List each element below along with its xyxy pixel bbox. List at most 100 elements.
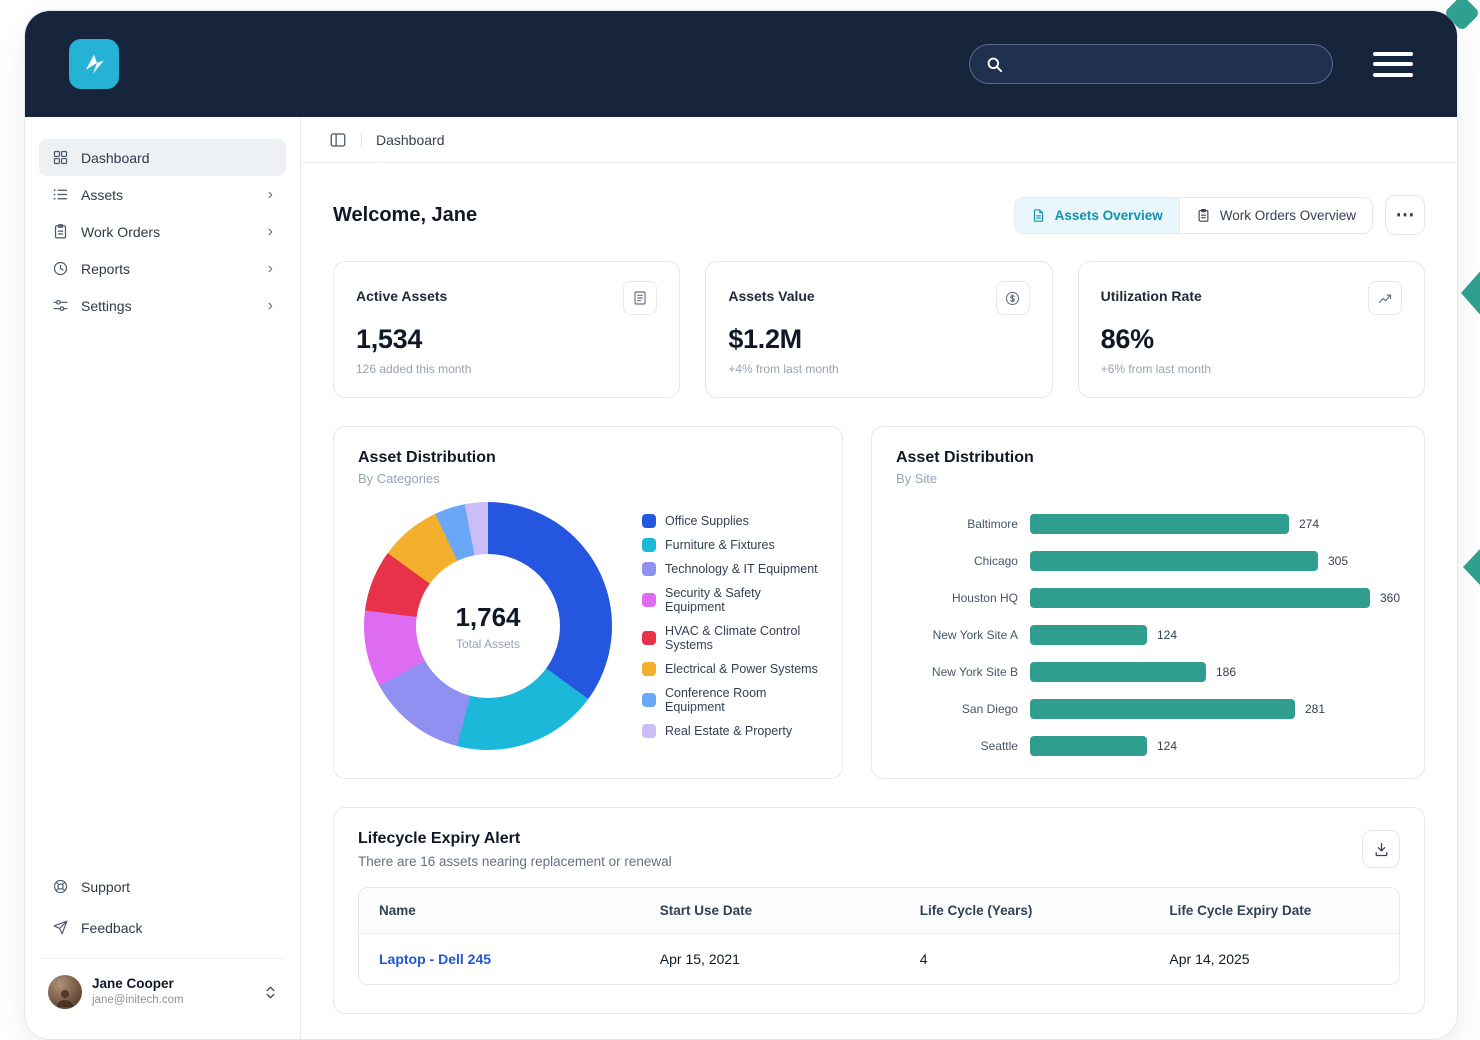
support-label: Support bbox=[81, 879, 130, 895]
stat-cards: Active Assets 1,534 126 added this month… bbox=[333, 261, 1425, 398]
chevron-up-down-icon bbox=[264, 984, 277, 1001]
bar[interactable] bbox=[1030, 662, 1206, 682]
sidebar-item-assets[interactable]: Assets › bbox=[39, 176, 286, 213]
main-area: Dashboard Welcome, Jane Assets Overview bbox=[301, 117, 1457, 1039]
document-icon bbox=[623, 281, 657, 315]
breadcrumb: Dashboard bbox=[301, 117, 1457, 163]
bar-label: Seattle bbox=[896, 739, 1018, 753]
bar-label: New York Site B bbox=[896, 665, 1018, 679]
legend-swatch bbox=[642, 562, 656, 576]
panel-left-toggle-icon[interactable] bbox=[329, 131, 347, 149]
donut-total-label: Total Assets bbox=[456, 637, 520, 651]
paper-plane-icon bbox=[52, 919, 69, 936]
download-button[interactable] bbox=[1362, 830, 1400, 868]
stat-title: Active Assets bbox=[356, 281, 447, 304]
legend-label: Technology & IT Equipment bbox=[665, 562, 818, 576]
bar-row: New York Site A124 bbox=[896, 625, 1400, 645]
global-search[interactable] bbox=[969, 44, 1333, 84]
sidebar-item-label: Settings bbox=[81, 298, 132, 314]
user-menu[interactable]: Jane Cooper jane@initech.com bbox=[39, 969, 286, 1023]
chart-subtitle: By Site bbox=[896, 471, 1400, 486]
stat-subtitle: 126 added this month bbox=[356, 362, 657, 376]
dashboard-content: Welcome, Jane Assets Overview bbox=[301, 163, 1457, 1040]
bar-row: Baltimore274 bbox=[896, 514, 1400, 534]
legend-item: Electrical & Power Systems bbox=[642, 662, 818, 676]
decorative-arrow bbox=[1463, 548, 1480, 586]
body-row: Dashboard Assets › Work Orders › bbox=[25, 117, 1457, 1039]
legend-item: Furniture & Fixtures bbox=[642, 538, 818, 552]
stat-title: Assets Value bbox=[728, 281, 814, 304]
lifecycle-table: Name Start Use Date Life Cycle (Years) L… bbox=[358, 887, 1400, 985]
decorative-arrow bbox=[1461, 268, 1480, 318]
legend-label: Security & Safety Equipment bbox=[665, 586, 818, 614]
sidebar-item-reports[interactable]: Reports › bbox=[39, 250, 286, 287]
stat-title: Utilization Rate bbox=[1101, 281, 1202, 304]
overview-tabs: Assets Overview Work Orders Overview bbox=[1014, 197, 1373, 234]
donut-chart[interactable]: 1,764 Total Assets bbox=[364, 502, 612, 750]
table-row[interactable]: Laptop - Dell 245 Apr 15, 2021 4 Apr 14,… bbox=[359, 934, 1399, 985]
avatar bbox=[48, 975, 82, 1009]
user-meta: Jane Cooper jane@initech.com bbox=[92, 976, 184, 1008]
lifebuoy-icon bbox=[52, 878, 69, 895]
more-options-button[interactable]: ⋯ bbox=[1385, 195, 1425, 235]
stat-value: $1.2M bbox=[728, 324, 1029, 355]
life-cycle-years-cell: 4 bbox=[900, 934, 1150, 985]
bar-value: 124 bbox=[1157, 739, 1177, 753]
breadcrumb-divider bbox=[361, 131, 362, 149]
legend-label: Real Estate & Property bbox=[665, 724, 792, 738]
app-logo[interactable] bbox=[69, 39, 119, 89]
bar-value: 186 bbox=[1216, 665, 1236, 679]
stat-subtitle: +6% from last month bbox=[1101, 362, 1402, 376]
donut-total-value: 1,764 bbox=[455, 602, 520, 633]
tab-label: Assets Overview bbox=[1055, 208, 1163, 223]
legend-swatch bbox=[642, 538, 656, 552]
support-link[interactable]: Support bbox=[39, 866, 286, 907]
sidebar: Dashboard Assets › Work Orders › bbox=[25, 117, 301, 1039]
bar-row: Houston HQ360 bbox=[896, 588, 1400, 608]
stat-subtitle: +4% from last month bbox=[728, 362, 1029, 376]
bar-value: 360 bbox=[1380, 591, 1400, 605]
legend-label: Conference Room Equipment bbox=[665, 686, 818, 714]
column-header-name[interactable]: Name bbox=[359, 888, 640, 934]
sliders-icon bbox=[52, 297, 69, 314]
user-name: Jane Cooper bbox=[92, 976, 184, 992]
tab-assets-overview[interactable]: Assets Overview bbox=[1015, 198, 1179, 233]
column-header-life-cycle-years[interactable]: Life Cycle (Years) bbox=[900, 888, 1150, 934]
bar[interactable] bbox=[1030, 514, 1289, 534]
bar[interactable] bbox=[1030, 736, 1147, 756]
chart-subtitle: By Categories bbox=[358, 471, 818, 486]
sidebar-item-dashboard[interactable]: Dashboard bbox=[39, 139, 286, 176]
donut-center: 1,764 Total Assets bbox=[416, 554, 560, 698]
charts-row: Asset Distribution By Categories 1,764 T… bbox=[333, 426, 1425, 779]
trend-chart-icon bbox=[1368, 281, 1402, 315]
column-header-start-use-date[interactable]: Start Use Date bbox=[640, 888, 900, 934]
breadcrumb-current[interactable]: Dashboard bbox=[376, 132, 445, 148]
feedback-label: Feedback bbox=[81, 920, 142, 936]
column-header-expiry-date[interactable]: Life Cycle Expiry Date bbox=[1149, 888, 1399, 934]
legend-item: Real Estate & Property bbox=[642, 724, 818, 738]
bar[interactable] bbox=[1030, 625, 1147, 645]
top-header bbox=[25, 11, 1457, 117]
tab-work-orders-overview[interactable]: Work Orders Overview bbox=[1179, 198, 1372, 233]
sidebar-divider bbox=[41, 958, 284, 959]
asset-distribution-categories-card: Asset Distribution By Categories 1,764 T… bbox=[333, 426, 843, 779]
hamburger-menu-icon[interactable] bbox=[1373, 52, 1413, 77]
legend-item: Technology & IT Equipment bbox=[642, 562, 818, 576]
legend-swatch bbox=[642, 724, 656, 738]
bar-label: Baltimore bbox=[896, 517, 1018, 531]
search-input[interactable] bbox=[1014, 56, 1317, 72]
sidebar-item-work-orders[interactable]: Work Orders › bbox=[39, 213, 286, 250]
feedback-link[interactable]: Feedback bbox=[39, 907, 286, 948]
sidebar-item-settings[interactable]: Settings › bbox=[39, 287, 286, 324]
legend-label: HVAC & Climate Control Systems bbox=[665, 624, 818, 652]
file-text-icon bbox=[1031, 208, 1046, 223]
bar[interactable] bbox=[1030, 699, 1295, 719]
bar-value: 124 bbox=[1157, 628, 1177, 642]
asset-name-link[interactable]: Laptop - Dell 245 bbox=[359, 934, 640, 985]
chevron-right-icon: › bbox=[268, 261, 273, 277]
expiry-date-cell: Apr 14, 2025 bbox=[1149, 934, 1399, 985]
bar[interactable] bbox=[1030, 588, 1370, 608]
chevron-right-icon: › bbox=[268, 224, 273, 240]
legend-swatch bbox=[642, 693, 656, 707]
bar[interactable] bbox=[1030, 551, 1318, 571]
